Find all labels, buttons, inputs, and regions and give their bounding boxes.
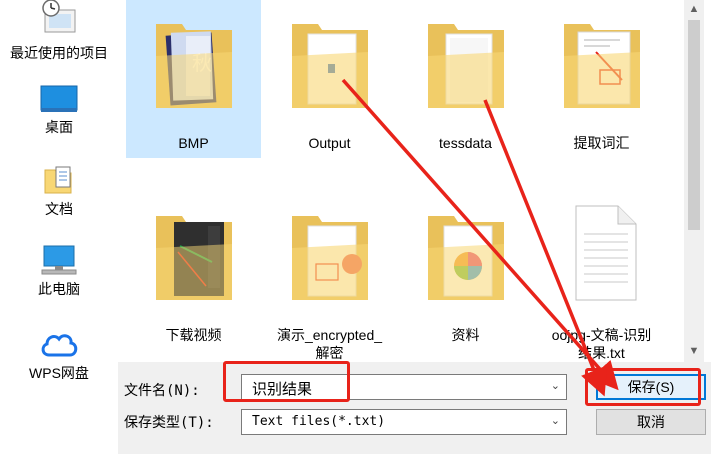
folder-icon [292,24,368,108]
chevron-down-icon[interactable]: ⌄ [551,414,560,427]
file-name: oojpg-文稿-识别 [551,327,652,343]
folder-icon [156,216,232,300]
filetype-select[interactable]: Text files(*.txt) ⌄ [241,409,567,435]
file-name: 演示_encrypted_ [276,327,383,343]
file-tile[interactable]: 下载视频 [126,192,261,350]
file-name-line2: 结果.txt [578,345,625,361]
folder-icon [428,24,504,108]
annotation-highlight-filename [223,361,350,402]
file-name-line2: 解密 [315,345,344,361]
scroll-down-icon[interactable]: ▼ [684,342,704,360]
cancel-button[interactable]: 取消 [596,409,706,435]
sidebar-item-wps-cloud[interactable]: WPS网盘 [0,328,118,383]
file-name: tessdata [439,135,492,151]
desktop-icon [40,85,78,112]
vertical-scrollbar[interactable]: ▲ ▼ [684,0,704,362]
folder-icon [428,216,504,300]
file-name: BMP [178,135,209,151]
recent-items-icon [42,0,76,33]
file-tile[interactable]: Output [262,0,397,158]
wps-cloud-icon [41,334,78,357]
sidebar-item-label: 桌面 [45,119,73,135]
file-name: 提取词汇 [573,135,630,151]
folder-icon [292,216,368,300]
file-tile[interactable]: tessdata [398,0,533,158]
file-tile[interactable]: oojpg-文稿-识别 结果.txt [534,192,669,361]
this-pc-icon [41,245,77,275]
file-name: Output [308,135,351,151]
sidebar-item-label: WPS网盘 [29,365,89,381]
file-tile[interactable]: 提取词汇 [534,0,669,158]
sidebar-item-label: 此电脑 [38,281,80,297]
sidebar-item-label: 文档 [45,201,73,217]
scrollbar-thumb[interactable] [688,20,700,230]
file-list: 秋 BMP Output tessdata [118,0,684,362]
sidebar-item-this-pc[interactable]: 此电脑 [0,244,118,299]
filename-label: 文件名(N): [124,383,200,399]
text-file-icon [575,205,637,301]
chevron-down-icon[interactable]: ⌄ [551,379,560,392]
folder-icon: 秋 [156,24,232,108]
sidebar-item-documents[interactable]: 文档 [0,164,118,219]
filetype-value: Text files(*.txt) [252,414,386,429]
file-tile[interactable]: 秋 BMP [126,0,261,158]
sidebar-item-label: 最近使用的项目 [10,45,108,61]
filetype-label: 保存类型(T): [124,415,214,431]
scroll-up-icon[interactable]: ▲ [684,0,704,18]
file-tile[interactable]: 资料 [398,192,533,350]
folder-icon [564,24,640,108]
sidebar-item-desktop[interactable]: 桌面 [0,84,118,137]
file-tile[interactable]: 演示_encrypted_ 解密 [262,192,397,361]
file-name: 资料 [451,327,480,343]
annotation-highlight-save [585,368,701,406]
sidebar-item-recent[interactable]: 最近使用的项目 [0,0,118,63]
documents-icon [44,166,72,194]
navigation-pane: 最近使用的项目 桌面 文档 此电脑 WPS网盘 [0,0,118,454]
file-name: 下载视频 [165,327,222,343]
